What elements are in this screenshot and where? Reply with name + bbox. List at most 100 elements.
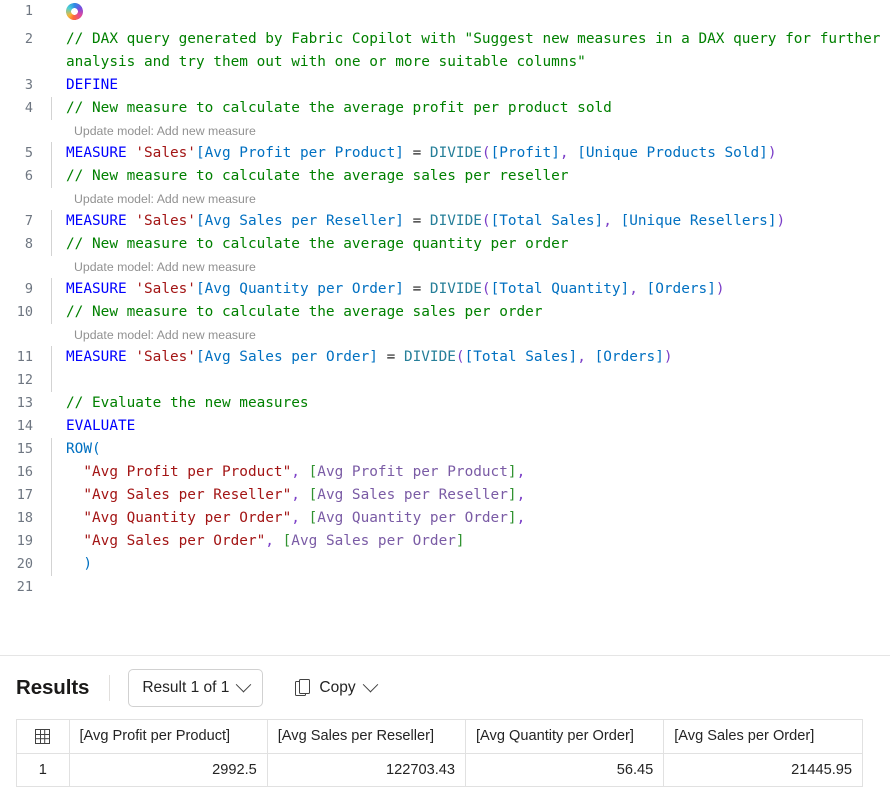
editor-line[interactable]: 9 MEASURE 'Sales'[Avg Quantity per Order]… [0, 278, 890, 301]
codelens-update-model-link[interactable]: Update model: Add new measure [44, 188, 256, 210]
column-header[interactable]: [Avg Quantity per Order] [465, 720, 665, 754]
line-number: 1 [24, 3, 33, 19]
code-token: ( [481, 281, 491, 297]
code-token: , [291, 464, 300, 480]
code-token: ) [663, 349, 673, 365]
line-number: 20 [16, 556, 33, 572]
line-content: // New measure to calculate the average … [44, 233, 890, 256]
codelens-update-model-link[interactable]: Update model: Add new measure [44, 324, 256, 346]
code-token: , [603, 213, 612, 229]
line-content: // New measure to calculate the average … [44, 301, 890, 324]
line-content: ROW( [44, 438, 890, 461]
table-cell[interactable]: 2992.5 [69, 753, 268, 787]
row-number: 1 [17, 753, 70, 787]
editor-line[interactable]: 3 DEFINE [0, 74, 890, 97]
editor-line[interactable]: 15 ROW( [0, 438, 890, 461]
editor-line[interactable]: 4 // New measure to calculate the average… [0, 97, 890, 120]
code-token: MEASURE [66, 145, 127, 161]
line-content [44, 576, 890, 599]
code-token: DIVIDE [429, 145, 482, 161]
editor-line[interactable]: 11 MEASURE 'Sales'[Avg Sales per Order] =… [0, 346, 890, 369]
codelens-update-model-link[interactable]: Update model: Add new measure [44, 120, 256, 142]
editor-line-container: 1 2// DAX query generated by Fabric Copil… [0, 0, 890, 599]
code-token: , [577, 349, 586, 365]
code-token: [Orders] [646, 281, 716, 297]
select-all-corner-cell[interactable] [17, 720, 70, 754]
line-content: MEASURE 'Sales'[Avg Sales per Order] = D… [44, 346, 890, 369]
editor-line[interactable]: 7 MEASURE 'Sales'[Avg Sales per Reseller]… [0, 210, 890, 233]
code-token: [ [308, 510, 318, 526]
editor-line[interactable]: 12 [0, 369, 890, 392]
column-header[interactable]: [Avg Sales per Order] [663, 720, 862, 754]
line-content [44, 0, 890, 28]
editor-line[interactable]: 21 [0, 576, 890, 599]
code-token: "Avg Sales per Order" [83, 533, 266, 549]
editor-line[interactable]: 8 // New measure to calculate the average… [0, 233, 890, 256]
editor-line[interactable]: 19 "Avg Sales per Order", [Avg Sales per… [0, 530, 890, 553]
dax-query-editor[interactable]: 1 2// DAX query generated by Fabric Copil… [0, 0, 890, 655]
code-token: [Avg Profit per Product] [195, 145, 404, 161]
copy-button[interactable]: Copy [285, 669, 385, 707]
result-selector-label: Result 1 of 1 [142, 678, 230, 696]
editor-line[interactable]: 14 EVALUATE [0, 415, 890, 438]
editor-line[interactable]: 2 // DAX query generated by Fabric Copilo… [0, 28, 890, 74]
code-token: , [291, 487, 300, 503]
results-table-head: [Avg Profit per Product] [Avg Sales per … [17, 720, 862, 754]
line-content: MEASURE 'Sales'[Avg Quantity per Order] … [44, 278, 890, 301]
grid-icon [35, 728, 51, 744]
column-header[interactable]: [Avg Sales per Reseller] [267, 720, 467, 754]
copilot-icon[interactable] [63, 0, 86, 23]
code-token: , [265, 533, 274, 549]
code-token: 'Sales' [135, 349, 196, 365]
line-content: "Avg Profit per Product", [Avg Profit pe… [44, 461, 890, 484]
code-token: [ [308, 464, 318, 480]
table-cell[interactable]: 56.45 [465, 753, 665, 787]
editor-line[interactable]: 13 // Evaluate the new measures [0, 392, 890, 415]
code-token: = [403, 213, 430, 229]
code-token: // Evaluate the new measures [66, 395, 309, 411]
editor-line[interactable]: 10 // New measure to calculate the averag… [0, 301, 890, 324]
code-token: [Orders] [594, 349, 664, 365]
column-header[interactable]: [Avg Profit per Product] [69, 720, 268, 754]
line-content: "Avg Sales per Reseller", [Avg Sales per… [44, 484, 890, 507]
code-token: [Avg Quantity per Order] [195, 281, 404, 297]
editor-line[interactable]: 5 MEASURE 'Sales'[Avg Profit per Product]… [0, 142, 890, 165]
codelens-update-model-link[interactable]: Update model: Add new measure [44, 256, 256, 278]
editor-line[interactable]: 1 [0, 0, 890, 28]
results-grid-container[interactable]: [Avg Profit per Product] [Avg Sales per … [16, 719, 863, 787]
table-cell[interactable]: 122703.43 [267, 753, 467, 787]
editor-line[interactable]: 17 "Avg Sales per Reseller", [Avg Sales … [0, 484, 890, 507]
line-content: // Evaluate the new measures [44, 392, 890, 415]
code-token: ) [83, 556, 92, 572]
codelens-row: Update model: Add new measure [0, 324, 890, 346]
editor-line[interactable]: 16 "Avg Profit per Product", [Avg Profit… [0, 461, 890, 484]
code-token: , [516, 510, 526, 526]
line-number: 18 [16, 510, 33, 526]
line-content: "Avg Sales per Order", [Avg Sales per Or… [44, 530, 890, 553]
editor-line[interactable]: 6 // New measure to calculate the average… [0, 165, 890, 188]
result-selector-dropdown[interactable]: Result 1 of 1 [128, 668, 264, 707]
line-content: "Avg Quantity per Order", [Avg Quantity … [44, 507, 890, 530]
editor-line[interactable]: 18 "Avg Quantity per Order", [Avg Quanti… [0, 507, 890, 530]
line-number: 3 [24, 77, 33, 93]
code-token: DIVIDE [429, 281, 482, 297]
line-number: 11 [16, 349, 33, 365]
code-token: , [516, 487, 526, 503]
code-token: ( [481, 145, 491, 161]
code-token: [Avg Sales per Reseller] [195, 213, 404, 229]
code-token: = [403, 281, 430, 297]
code-token: [ [308, 487, 318, 503]
line-content: DEFINE [44, 74, 890, 97]
table-row[interactable]: 1 2992.5 122703.43 56.45 21445.95 [17, 753, 862, 787]
table-cell[interactable]: 21445.95 [663, 753, 862, 787]
code-token: // New measure to calculate the average … [66, 236, 569, 252]
line-number: 14 [16, 418, 33, 434]
editor-line[interactable]: 20 ) [0, 553, 890, 576]
code-token: MEASURE [66, 349, 127, 365]
results-pane: Results Result 1 of 1 Copy [Avg Profit p… [0, 656, 890, 787]
